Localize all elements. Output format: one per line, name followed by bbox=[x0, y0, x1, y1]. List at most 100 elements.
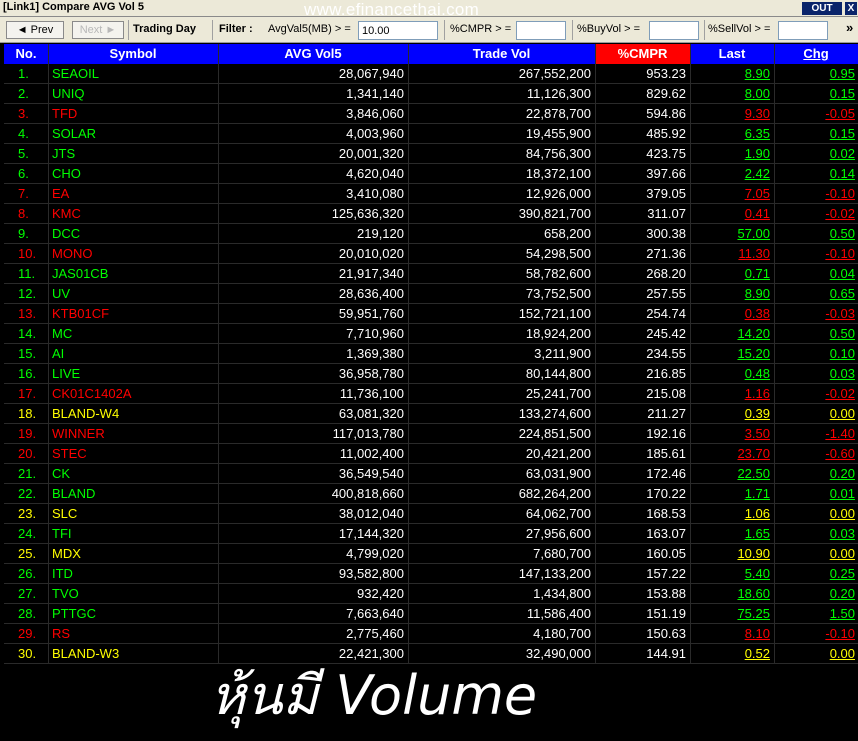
row-symbol[interactable]: LIVE bbox=[52, 364, 218, 384]
row-last-price[interactable]: 2.42 bbox=[690, 164, 770, 184]
table-row[interactable]: 13. KTB01CF 59,951,760 152,721,100 254.74 0.3… bbox=[4, 304, 858, 324]
row-symbol[interactable]: UNIQ bbox=[52, 84, 218, 104]
table-row[interactable]: 22. BLAND 400,818,660 682,264,200 170.22 1.71… bbox=[4, 484, 858, 504]
table-row[interactable]: 10. MONO 20,010,020 54,298,500 271.36 11.30 -0… bbox=[4, 244, 858, 264]
row-last-price[interactable]: 8.10 bbox=[690, 624, 770, 644]
row-symbol[interactable]: BLAND bbox=[52, 484, 218, 504]
row-last-price[interactable]: 0.52 bbox=[690, 644, 770, 664]
row-change[interactable]: 0.50 bbox=[774, 224, 855, 244]
header-no[interactable]: No. bbox=[4, 44, 48, 64]
header-last[interactable]: Last bbox=[690, 44, 774, 64]
row-symbol[interactable]: TFD bbox=[52, 104, 218, 124]
row-symbol[interactable]: TFI bbox=[52, 524, 218, 544]
row-change[interactable]: 0.10 bbox=[774, 344, 855, 364]
table-row[interactable]: 19. WINNER 117,013,780 224,851,500 192.16 3.5… bbox=[4, 424, 858, 444]
row-change[interactable]: 0.20 bbox=[774, 464, 855, 484]
row-symbol[interactable]: TVO bbox=[52, 584, 218, 604]
row-symbol[interactable]: EA bbox=[52, 184, 218, 204]
table-row[interactable]: 23. SLC 38,012,040 64,062,700 168.53 1.06 0.00 bbox=[4, 504, 858, 524]
row-last-price[interactable]: 1.71 bbox=[690, 484, 770, 504]
row-change[interactable]: 0.25 bbox=[774, 564, 855, 584]
table-row[interactable]: 21. CK 36,549,540 63,031,900 172.46 22.50 0.20 bbox=[4, 464, 858, 484]
row-symbol[interactable]: UV bbox=[52, 284, 218, 304]
row-last-price[interactable]: 0.71 bbox=[690, 264, 770, 284]
out-button[interactable]: OUT bbox=[802, 2, 842, 15]
row-last-price[interactable]: 22.50 bbox=[690, 464, 770, 484]
row-change[interactable]: 0.01 bbox=[774, 484, 855, 504]
row-symbol[interactable]: CK01C1402A bbox=[52, 384, 218, 404]
row-change[interactable]: 0.03 bbox=[774, 364, 855, 384]
row-symbol[interactable]: RS bbox=[52, 624, 218, 644]
row-symbol[interactable]: MONO bbox=[52, 244, 218, 264]
table-row[interactable]: 14. MC 7,710,960 18,924,200 245.42 14.20 0.50 bbox=[4, 324, 858, 344]
row-last-price[interactable]: 0.41 bbox=[690, 204, 770, 224]
row-symbol[interactable]: KMC bbox=[52, 204, 218, 224]
table-row[interactable]: 20. STEC 11,002,400 20,421,200 185.61 23.70 -0… bbox=[4, 444, 858, 464]
row-change[interactable]: 1.50 bbox=[774, 604, 855, 624]
row-change[interactable]: 0.00 bbox=[774, 504, 855, 524]
header-symbol[interactable]: Symbol bbox=[48, 44, 218, 64]
table-row[interactable]: 12. UV 28,636,400 73,752,500 257.55 8.90 0.65 bbox=[4, 284, 858, 304]
row-last-price[interactable]: 8.90 bbox=[690, 284, 770, 304]
table-row[interactable]: 2. UNIQ 1,341,140 11,126,300 829.62 8.00 0.15 bbox=[4, 84, 858, 104]
header-chg[interactable]: Chg bbox=[774, 44, 858, 64]
row-symbol[interactable]: AI bbox=[52, 344, 218, 364]
row-last-price[interactable]: 8.90 bbox=[690, 64, 770, 84]
row-symbol[interactable]: KTB01CF bbox=[52, 304, 218, 324]
row-last-price[interactable]: 0.39 bbox=[690, 404, 770, 424]
row-last-price[interactable]: 0.38 bbox=[690, 304, 770, 324]
row-change[interactable]: -1.40 bbox=[774, 424, 855, 444]
table-row[interactable]: 30. BLAND-W3 22,421,300 32,490,000 144.91 0.5… bbox=[4, 644, 858, 664]
row-symbol[interactable]: SLC bbox=[52, 504, 218, 524]
table-row[interactable]: 8. KMC 125,636,320 390,821,700 311.07 0.41 -0.… bbox=[4, 204, 858, 224]
header-cmpr[interactable]: %CMPR bbox=[595, 44, 690, 64]
more-chevron-icon[interactable]: » bbox=[846, 20, 853, 35]
table-row[interactable]: 27. TVO 932,420 1,434,800 153.88 18.60 0.20 bbox=[4, 584, 858, 604]
row-symbol[interactable]: BLAND-W4 bbox=[52, 404, 218, 424]
table-row[interactable]: 29. RS 2,775,460 4,180,700 150.63 8.10 -0.10 bbox=[4, 624, 858, 644]
row-change[interactable]: 0.50 bbox=[774, 324, 855, 344]
row-change[interactable]: 0.15 bbox=[774, 124, 855, 144]
table-row[interactable]: 26. ITD 93,582,800 147,133,200 157.22 5.40 0.2… bbox=[4, 564, 858, 584]
table-row[interactable]: 1. SEAOIL 28,067,940 267,552,200 953.23 8.90 0… bbox=[4, 64, 858, 84]
cmpr-filter-input[interactable] bbox=[516, 21, 566, 40]
row-change[interactable]: 0.00 bbox=[774, 404, 855, 424]
row-change[interactable]: 0.65 bbox=[774, 284, 855, 304]
row-last-price[interactable]: 9.30 bbox=[690, 104, 770, 124]
close-button[interactable]: X bbox=[845, 2, 857, 15]
row-last-price[interactable]: 5.40 bbox=[690, 564, 770, 584]
row-last-price[interactable]: 0.48 bbox=[690, 364, 770, 384]
header-avg-vol5[interactable]: AVG Vol5 bbox=[218, 44, 408, 64]
row-last-price[interactable]: 8.00 bbox=[690, 84, 770, 104]
row-symbol[interactable]: MC bbox=[52, 324, 218, 344]
table-row[interactable]: 18. BLAND-W4 63,081,320 133,274,600 211.27 0.… bbox=[4, 404, 858, 424]
row-change[interactable]: -0.03 bbox=[774, 304, 855, 324]
avgvol-filter-input[interactable] bbox=[358, 21, 438, 40]
row-symbol[interactable]: SEAOIL bbox=[52, 64, 218, 84]
row-change[interactable]: 0.20 bbox=[774, 584, 855, 604]
table-row[interactable]: 4. SOLAR 4,003,960 19,455,900 485.92 6.35 0.15 bbox=[4, 124, 858, 144]
table-row[interactable]: 7. EA 3,410,080 12,926,000 379.05 7.05 -0.10 bbox=[4, 184, 858, 204]
row-symbol[interactable]: PTTGC bbox=[52, 604, 218, 624]
row-last-price[interactable]: 7.05 bbox=[690, 184, 770, 204]
row-symbol[interactable]: BLAND-W3 bbox=[52, 644, 218, 664]
row-change[interactable]: -0.02 bbox=[774, 204, 855, 224]
row-last-price[interactable]: 10.90 bbox=[690, 544, 770, 564]
row-change[interactable]: 0.95 bbox=[774, 64, 855, 84]
row-change[interactable]: -0.60 bbox=[774, 444, 855, 464]
row-last-price[interactable]: 1.65 bbox=[690, 524, 770, 544]
row-change[interactable]: 0.04 bbox=[774, 264, 855, 284]
row-last-price[interactable]: 57.00 bbox=[690, 224, 770, 244]
row-change[interactable]: 0.02 bbox=[774, 144, 855, 164]
buyvol-filter-input[interactable] bbox=[649, 21, 699, 40]
row-symbol[interactable]: JTS bbox=[52, 144, 218, 164]
row-last-price[interactable]: 3.50 bbox=[690, 424, 770, 444]
trading-day-label[interactable]: Trading Day bbox=[133, 23, 196, 35]
row-symbol[interactable]: SOLAR bbox=[52, 124, 218, 144]
row-symbol[interactable]: CHO bbox=[52, 164, 218, 184]
table-row[interactable]: 25. MDX 4,799,020 7,680,700 160.05 10.90 0.00 bbox=[4, 544, 858, 564]
table-row[interactable]: 9. DCC 219,120 658,200 300.38 57.00 0.50 bbox=[4, 224, 858, 244]
row-change[interactable]: -0.10 bbox=[774, 184, 855, 204]
row-symbol[interactable]: MDX bbox=[52, 544, 218, 564]
table-row[interactable]: 5. JTS 20,001,320 84,756,300 423.75 1.90 0.02 bbox=[4, 144, 858, 164]
